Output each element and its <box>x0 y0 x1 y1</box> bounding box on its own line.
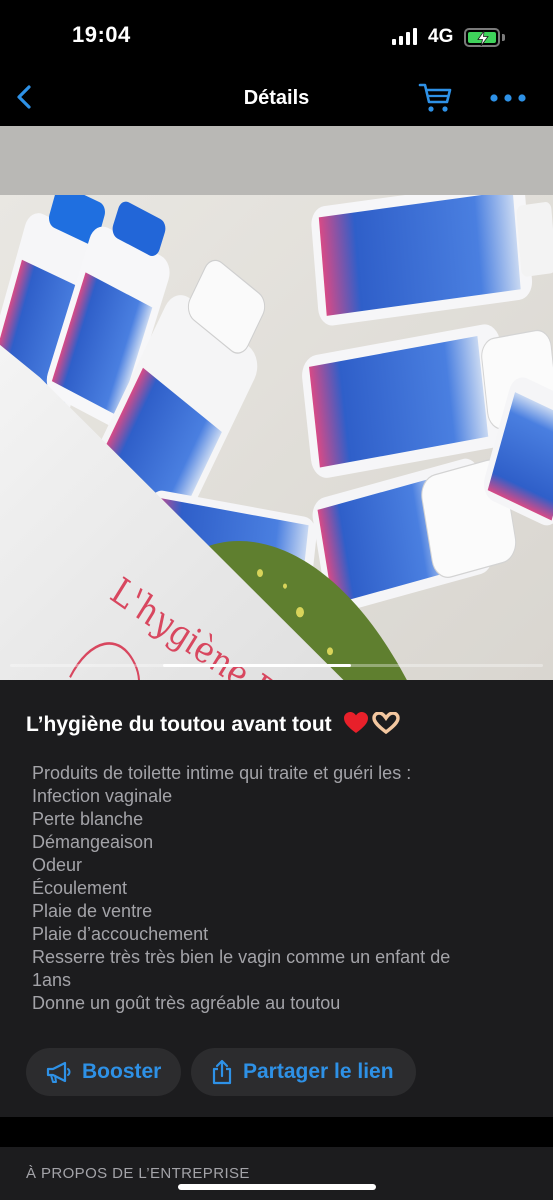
image-carousel[interactable]: L'hygiène Du T <box>0 126 553 680</box>
share-link-button[interactable]: Partager le lien <box>191 1048 416 1096</box>
navigation-bar: Détails <box>0 72 553 126</box>
title-emojis <box>343 712 400 734</box>
booster-label: Booster <box>82 1060 162 1083</box>
description-line: Donne un goût très agréable au toutou <box>32 993 341 1013</box>
description-line: Resserre très très bien le vagin comme u… <box>32 947 451 967</box>
product-title-text: L’hygiène du toutou avant tout <box>26 713 332 736</box>
product-details: L’hygiène du toutou avant tout Produits … <box>0 680 553 1117</box>
network-type: 4G <box>428 26 454 47</box>
chevron-left-icon[interactable] <box>12 82 40 112</box>
product-title: L’hygiène du toutou avant tout <box>26 712 400 737</box>
booster-button[interactable]: Booster <box>26 1048 181 1096</box>
description-line: Produits de toilette intime qui traite e… <box>32 763 412 783</box>
description-line: Écoulement <box>32 878 128 898</box>
section-separator <box>0 1117 553 1147</box>
more-dots-icon[interactable] <box>489 88 527 108</box>
status-bar: 19:04 4G <box>0 0 553 72</box>
product-photo: L'hygiène Du T <box>0 195 553 680</box>
red-heart-emoji-icon <box>343 712 368 733</box>
status-time: 19:04 <box>72 22 131 47</box>
about-company-section[interactable]: À PROPOS DE L’ENTREPRISE <box>0 1147 553 1200</box>
megaphone-icon <box>46 1061 71 1083</box>
description-line: Plaie de ventre <box>32 901 153 921</box>
share-link-label: Partager le lien <box>243 1060 394 1083</box>
signal-icon <box>392 28 417 45</box>
page-title: Détails <box>243 87 310 109</box>
description-line: Perte blanche <box>32 809 144 829</box>
description-line: Infection vaginale <box>32 786 173 806</box>
charging-bolt-icon <box>477 31 489 46</box>
description-line: Odeur <box>32 855 83 875</box>
heart-hands-emoji-icon <box>371 712 400 734</box>
home-indicator[interactable] <box>178 1184 376 1190</box>
battery-icon <box>464 28 500 47</box>
description-line: Plaie d’accouchement <box>32 924 209 944</box>
product-description: Produits de toilette intime qui traite e… <box>32 762 512 1015</box>
about-company-title: À PROPOS DE L’ENTREPRISE <box>26 1165 250 1182</box>
description-line: Démangeaison <box>32 832 154 852</box>
cart-icon[interactable] <box>418 82 454 114</box>
carousel-page-indicator <box>163 664 351 667</box>
share-icon <box>212 1059 232 1085</box>
description-line: 1ans <box>32 970 72 990</box>
battery-nub <box>502 34 505 41</box>
